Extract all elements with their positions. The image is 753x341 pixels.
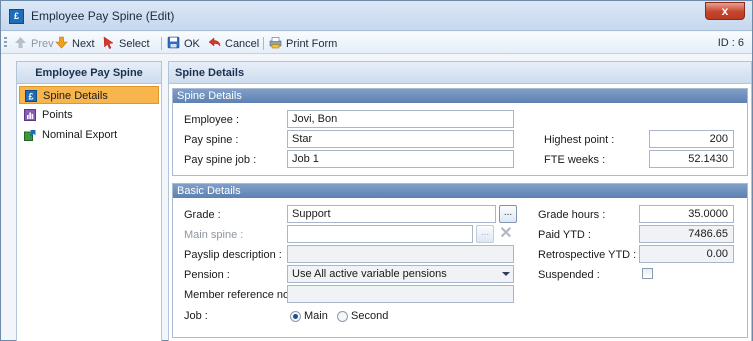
payslip-description-label: Payslip description : <box>184 249 282 261</box>
ok-label: OK <box>184 38 200 50</box>
job-main-radio[interactable] <box>290 311 301 322</box>
arrow-down-icon <box>55 36 68 49</box>
next-label: Next <box>72 38 95 50</box>
prev-label: Prev <box>31 38 54 50</box>
title-bar: £ Employee Pay Spine (Edit) x <box>1 1 752 31</box>
app-icon: £ <box>9 9 24 24</box>
toolbar: Prev Next Select OK Cancel Print Form ID… <box>1 32 752 54</box>
prev-button[interactable]: Prev <box>14 36 54 51</box>
pay-spine-job-label: Pay spine job : <box>184 154 257 166</box>
select-button[interactable]: Select <box>102 36 150 51</box>
toolbar-separator <box>263 37 264 50</box>
grade-hours-field[interactable]: 35.0000 <box>639 205 734 223</box>
pay-spine-job-field[interactable]: Job 1 <box>287 150 514 168</box>
pension-select[interactable]: Use All active variable pensions <box>287 265 514 283</box>
sidebar-item-points[interactable]: Points <box>19 106 159 124</box>
suspended-checkbox[interactable] <box>642 268 653 279</box>
employee-pay-spine-window: £ Employee Pay Spine (Edit) x Prev Next … <box>0 0 753 341</box>
employee-field[interactable]: Jovi, Bon <box>287 110 514 128</box>
member-reference-label: Member reference no : <box>184 289 296 301</box>
job-label: Job : <box>184 310 208 322</box>
points-icon <box>24 109 36 121</box>
print-form-icon <box>269 37 282 49</box>
undo-arrow-icon <box>208 37 221 47</box>
main-panel: Spine Details Spine Details Employee : J… <box>168 61 752 341</box>
retrospective-ytd-field[interactable]: 0.00 <box>639 245 734 263</box>
highest-point-label: Highest point : <box>544 134 615 146</box>
pay-spine-label: Pay spine : <box>184 134 239 146</box>
select-pointer-icon <box>103 36 114 49</box>
sidebar-item-label: Points <box>42 109 73 121</box>
select-label: Select <box>119 38 150 50</box>
sidebar-item-spine-details[interactable]: £ Spine Details <box>19 86 159 104</box>
pay-spine-field[interactable]: Star <box>287 130 514 148</box>
job-second-label[interactable]: Second <box>351 310 388 322</box>
record-id: ID : 6 <box>717 37 744 49</box>
arrow-up-icon <box>15 37 26 48</box>
svg-text:£: £ <box>28 92 33 102</box>
job-second-radio[interactable] <box>337 311 348 322</box>
pension-selected-value: Use All active variable pensions <box>292 268 447 280</box>
print-form-button[interactable]: Print Form <box>269 36 337 51</box>
print-form-label: Print Form <box>286 38 338 50</box>
highest-point-field[interactable]: 200 <box>649 130 734 148</box>
employee-label: Employee : <box>184 114 240 126</box>
sidebar-item-label: Nominal Export <box>42 129 118 141</box>
toolbar-separator <box>161 37 162 50</box>
fte-weeks-field[interactable]: 52.1430 <box>649 150 734 168</box>
grade-lookup-button[interactable]: ... <box>499 205 517 223</box>
main-spine-label: Main spine : <box>184 229 244 241</box>
main-spine-lookup-button[interactable]: ... <box>476 225 494 243</box>
pension-label: Pension : <box>184 269 230 281</box>
nominal-export-icon <box>24 130 36 141</box>
sidebar-title: Employee Pay Spine <box>17 62 161 84</box>
cancel-button[interactable]: Cancel <box>208 36 259 51</box>
window-title: Employee Pay Spine (Edit) <box>31 9 175 23</box>
next-button[interactable]: Next <box>55 36 95 51</box>
chevron-down-icon <box>502 272 510 276</box>
grade-label: Grade : <box>184 209 221 221</box>
sidebar-item-label: Spine Details <box>43 90 108 102</box>
main-spine-clear-icon[interactable]: ✕ <box>497 225 515 243</box>
spine-details-group: Spine Details Employee : Jovi, Bon Pay s… <box>172 88 748 176</box>
basic-details-group: Basic Details Grade : Support ... Main s… <box>172 183 748 338</box>
retrospective-ytd-label: Retrospective YTD : <box>538 249 637 261</box>
spine-details-icon: £ <box>25 90 37 102</box>
job-main-label[interactable]: Main <box>304 310 328 322</box>
cancel-label: Cancel <box>225 38 260 50</box>
basic-details-group-title: Basic Details <box>173 184 747 198</box>
paid-ytd-label: Paid YTD : <box>538 229 591 241</box>
main-title: Spine Details <box>169 62 751 84</box>
grade-field[interactable]: Support <box>287 205 496 223</box>
sidebar-item-nominal-export[interactable]: Nominal Export <box>19 126 159 144</box>
sidebar: Employee Pay Spine £ Spine Details Point… <box>16 61 162 341</box>
paid-ytd-field[interactable]: 7486.65 <box>639 225 734 243</box>
close-button[interactable]: x <box>705 2 745 20</box>
suspended-label: Suspended : <box>538 269 600 281</box>
fte-weeks-label: FTE weeks : <box>544 154 606 166</box>
toolbar-grip[interactable] <box>4 37 7 49</box>
main-spine-field[interactable] <box>287 225 473 243</box>
ok-button[interactable]: OK <box>167 36 200 51</box>
payslip-description-field[interactable] <box>287 245 514 263</box>
spine-details-group-title: Spine Details <box>173 89 747 103</box>
member-reference-field[interactable] <box>287 285 514 303</box>
save-disk-icon <box>167 36 180 49</box>
grade-hours-label: Grade hours : <box>538 209 606 221</box>
